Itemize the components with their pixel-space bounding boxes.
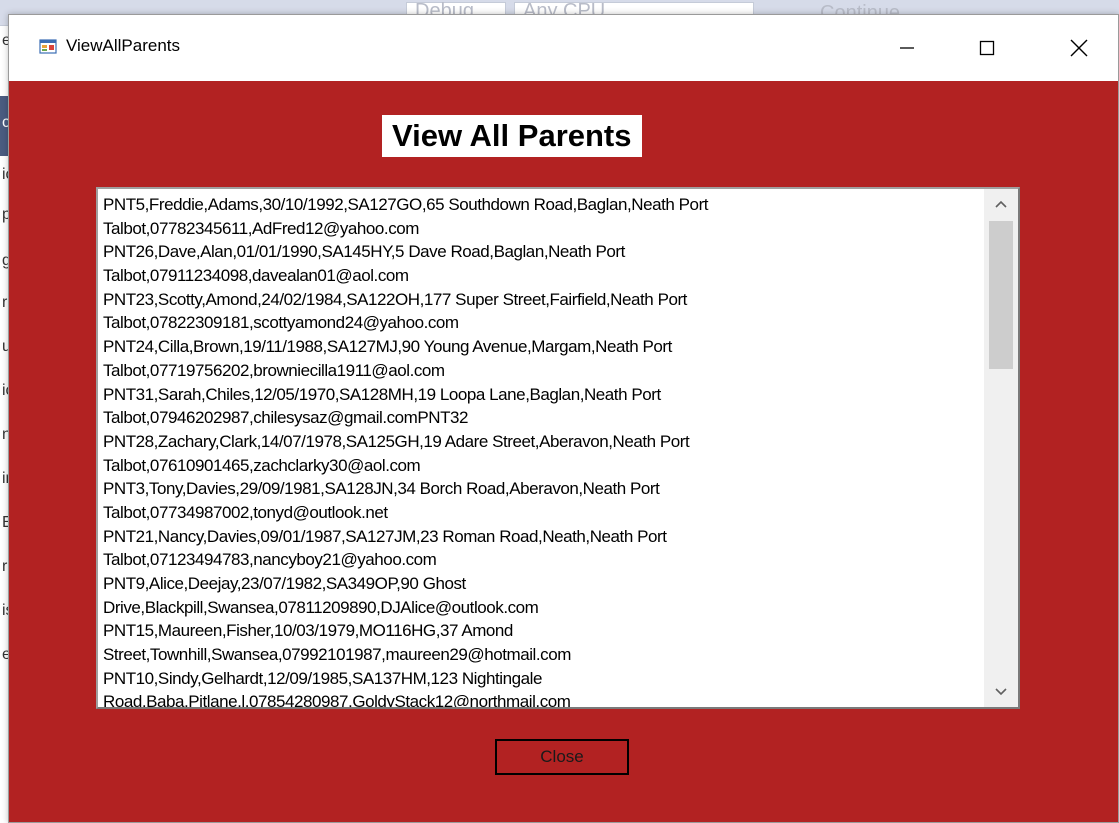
winforms-app-icon	[39, 39, 57, 54]
list-item[interactable]: PNT21,Nancy,Davies,09/01/1987,SA127JM,23…	[103, 525, 983, 549]
title-bar[interactable]: ViewAllParents	[9, 15, 1118, 81]
parents-list: PNT5,Freddie,Adams,30/10/1992,SA127GO,65…	[103, 193, 983, 707]
scroll-down-button[interactable]	[984, 677, 1018, 707]
scroll-thumb[interactable]	[989, 221, 1013, 369]
vertical-scrollbar[interactable]	[984, 189, 1018, 707]
view-all-parents-window: ViewAllParents View All Parents PNT5,Fre…	[8, 14, 1119, 823]
list-item[interactable]: Talbot,07911234098,davealan01@aol.com	[103, 264, 983, 288]
window-title: ViewAllParents	[66, 36, 181, 55]
list-item[interactable]: PNT15,Maureen,Fisher,10/03/1979,MO116HG,…	[103, 619, 983, 643]
list-item[interactable]: Talbot,07822309181,scottyamond24@yahoo.c…	[103, 311, 983, 335]
list-item[interactable]: PNT24,Cilla,Brown,19/11/1988,SA127MJ,90 …	[103, 335, 983, 359]
list-item[interactable]: PNT10,Sindy,Gelhardt,12/09/1985,SA137HM,…	[103, 667, 983, 691]
list-item[interactable]: Talbot,07123494783,nancyboy21@yahoo.com	[103, 548, 983, 572]
close-icon	[1070, 39, 1088, 57]
list-item[interactable]: PNT28,Zachary,Clark,14/07/1978,SA125GH,1…	[103, 430, 983, 454]
list-item[interactable]: Talbot,07719756202,browniecilla1911@aol.…	[103, 359, 983, 383]
window-close-button[interactable]	[1039, 15, 1119, 81]
page-title: View All Parents	[382, 115, 642, 157]
list-item[interactable]: Talbot,07610901465,zachclarky30@aol.com	[103, 454, 983, 478]
list-item[interactable]: PNT26,Dave,Alan,01/01/1990,SA145HY,5 Dav…	[103, 240, 983, 264]
minimize-button[interactable]	[867, 15, 947, 81]
list-item[interactable]: Drive,Blackpill,Swansea,07811209890,DJAl…	[103, 596, 983, 620]
maximize-button[interactable]	[947, 15, 1027, 81]
list-item[interactable]: PNT9,Alice,Deejay,23/07/1982,SA349OP,90 …	[103, 572, 983, 596]
list-item[interactable]: PNT31,Sarah,Chiles,12/05/1970,SA128MH,19…	[103, 383, 983, 407]
list-item[interactable]: Talbot,07734987002,tonyd@outlook.net	[103, 501, 983, 525]
list-item[interactable]: PNT5,Freddie,Adams,30/10/1992,SA127GO,65…	[103, 193, 983, 217]
list-item[interactable]: Talbot,07946202987,chilesysaz@gmail.comP…	[103, 406, 983, 430]
scroll-up-button[interactable]	[984, 189, 1018, 219]
chevron-down-icon	[995, 688, 1007, 696]
maximize-icon	[979, 40, 995, 56]
list-item[interactable]: PNT23,Scotty,Amond,24/02/1984,SA122OH,17…	[103, 288, 983, 312]
close-button[interactable]: Close	[495, 739, 629, 775]
list-item[interactable]: Road,Baba,Pitlane,l,07854280987,GoldySta…	[103, 690, 983, 707]
list-item[interactable]: PNT3,Tony,Davies,29/09/1981,SA128JN,34 B…	[103, 477, 983, 501]
list-item[interactable]: Talbot,07782345611,AdFred12@yahoo.com	[103, 217, 983, 241]
minimize-icon	[900, 47, 914, 49]
list-item[interactable]: Street,Townhill,Swansea,07992101987,maur…	[103, 643, 983, 667]
chevron-up-icon	[995, 200, 1007, 208]
parents-listbox[interactable]: PNT5,Freddie,Adams,30/10/1992,SA127GO,65…	[96, 187, 1020, 709]
